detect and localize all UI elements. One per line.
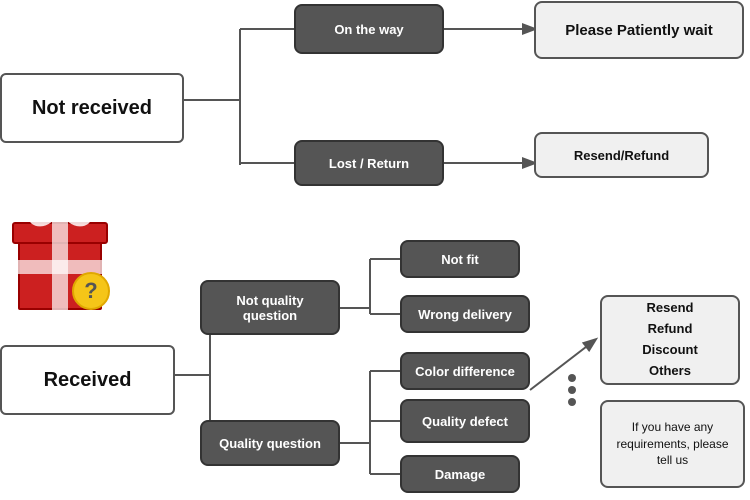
not-quality-box: Not quality question	[200, 280, 340, 335]
damage-box: Damage	[400, 455, 520, 493]
diagram: ? Not received On the way Please Patient…	[0, 0, 750, 500]
resend-option-3: Discount	[642, 340, 698, 361]
not-fit-box: Not fit	[400, 240, 520, 278]
on-the-way-box: On the way	[294, 4, 444, 54]
resend-refund-top-box: Resend/Refund	[534, 132, 709, 178]
please-wait-box: Please Patiently wait	[534, 1, 744, 59]
color-difference-box: Color difference	[400, 352, 530, 390]
wrong-delivery-box: Wrong delivery	[400, 295, 530, 333]
quality-defect-box: Quality defect	[400, 399, 530, 443]
not-received-box: Not received	[0, 73, 184, 143]
resend-option-4: Others	[642, 361, 698, 382]
lost-return-box: Lost / Return	[294, 140, 444, 186]
resend-options-box: Resend Refund Discount Others	[600, 295, 740, 385]
question-icon: ?	[72, 272, 110, 310]
resend-option-2: Refund	[642, 319, 698, 340]
gift-icon: ?	[10, 200, 110, 310]
received-box: Received	[0, 345, 175, 415]
requirements-box: If you have any requirements, please tel…	[600, 400, 745, 488]
quality-question-box: Quality question	[200, 420, 340, 466]
resend-option-1: Resend	[642, 298, 698, 319]
